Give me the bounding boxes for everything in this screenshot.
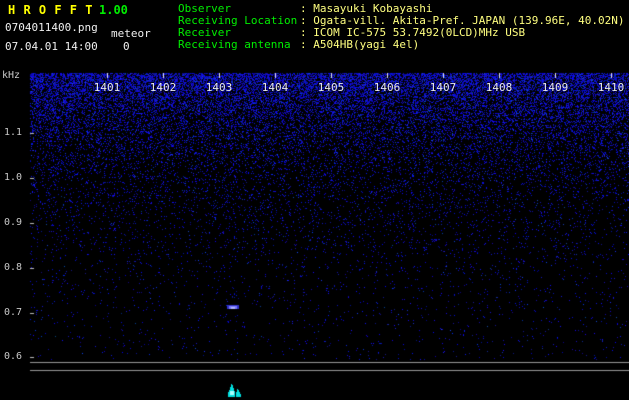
time-tick-label: 1410 [597, 81, 625, 94]
freq-tick-label: 1.0 [3, 172, 22, 183]
output-filename: 0704011400.png [5, 21, 98, 34]
station-info: Observer: Masayuki Kobayashi Receiving L… [178, 3, 625, 51]
info-value: : A504HB(yagi 4el) [300, 38, 420, 51]
timestamp: 07.04.01 14:00 [5, 40, 98, 53]
time-tick-label: 1405 [317, 81, 345, 94]
time-tick-label: 1401 [93, 81, 121, 94]
info-row-antenna: Receiving antenna : A504HB(yagi 4el) [178, 39, 625, 51]
freq-unit-label: kHz [2, 70, 21, 81]
freq-tick-label: 0.6 [3, 351, 22, 362]
app-version: 1.00 [99, 3, 128, 17]
freq-tick-label: 1.1 [3, 127, 22, 138]
freq-tick-label: 0.9 [3, 217, 22, 228]
time-tick-label: 1409 [541, 81, 569, 94]
info-label: Receiving antenna [178, 38, 291, 51]
app-title: H R O F F T [8, 3, 93, 17]
time-tick-label: 1406 [373, 81, 401, 94]
mode-label: meteor [111, 27, 151, 40]
freq-tick-label: 0.8 [3, 262, 22, 273]
echo-count: 0 [123, 40, 130, 53]
time-tick-label: 1403 [205, 81, 233, 94]
time-tick-label: 1408 [485, 81, 513, 94]
time-tick-label: 1407 [429, 81, 457, 94]
freq-tick-label: 0.7 [3, 307, 22, 318]
hrofft-window: H R O F F T 1.00 0704011400.png meteor 0… [0, 0, 629, 400]
time-tick-label: 1402 [149, 81, 177, 94]
time-tick-label: 1404 [261, 81, 289, 94]
spectrogram-canvas [0, 0, 629, 400]
